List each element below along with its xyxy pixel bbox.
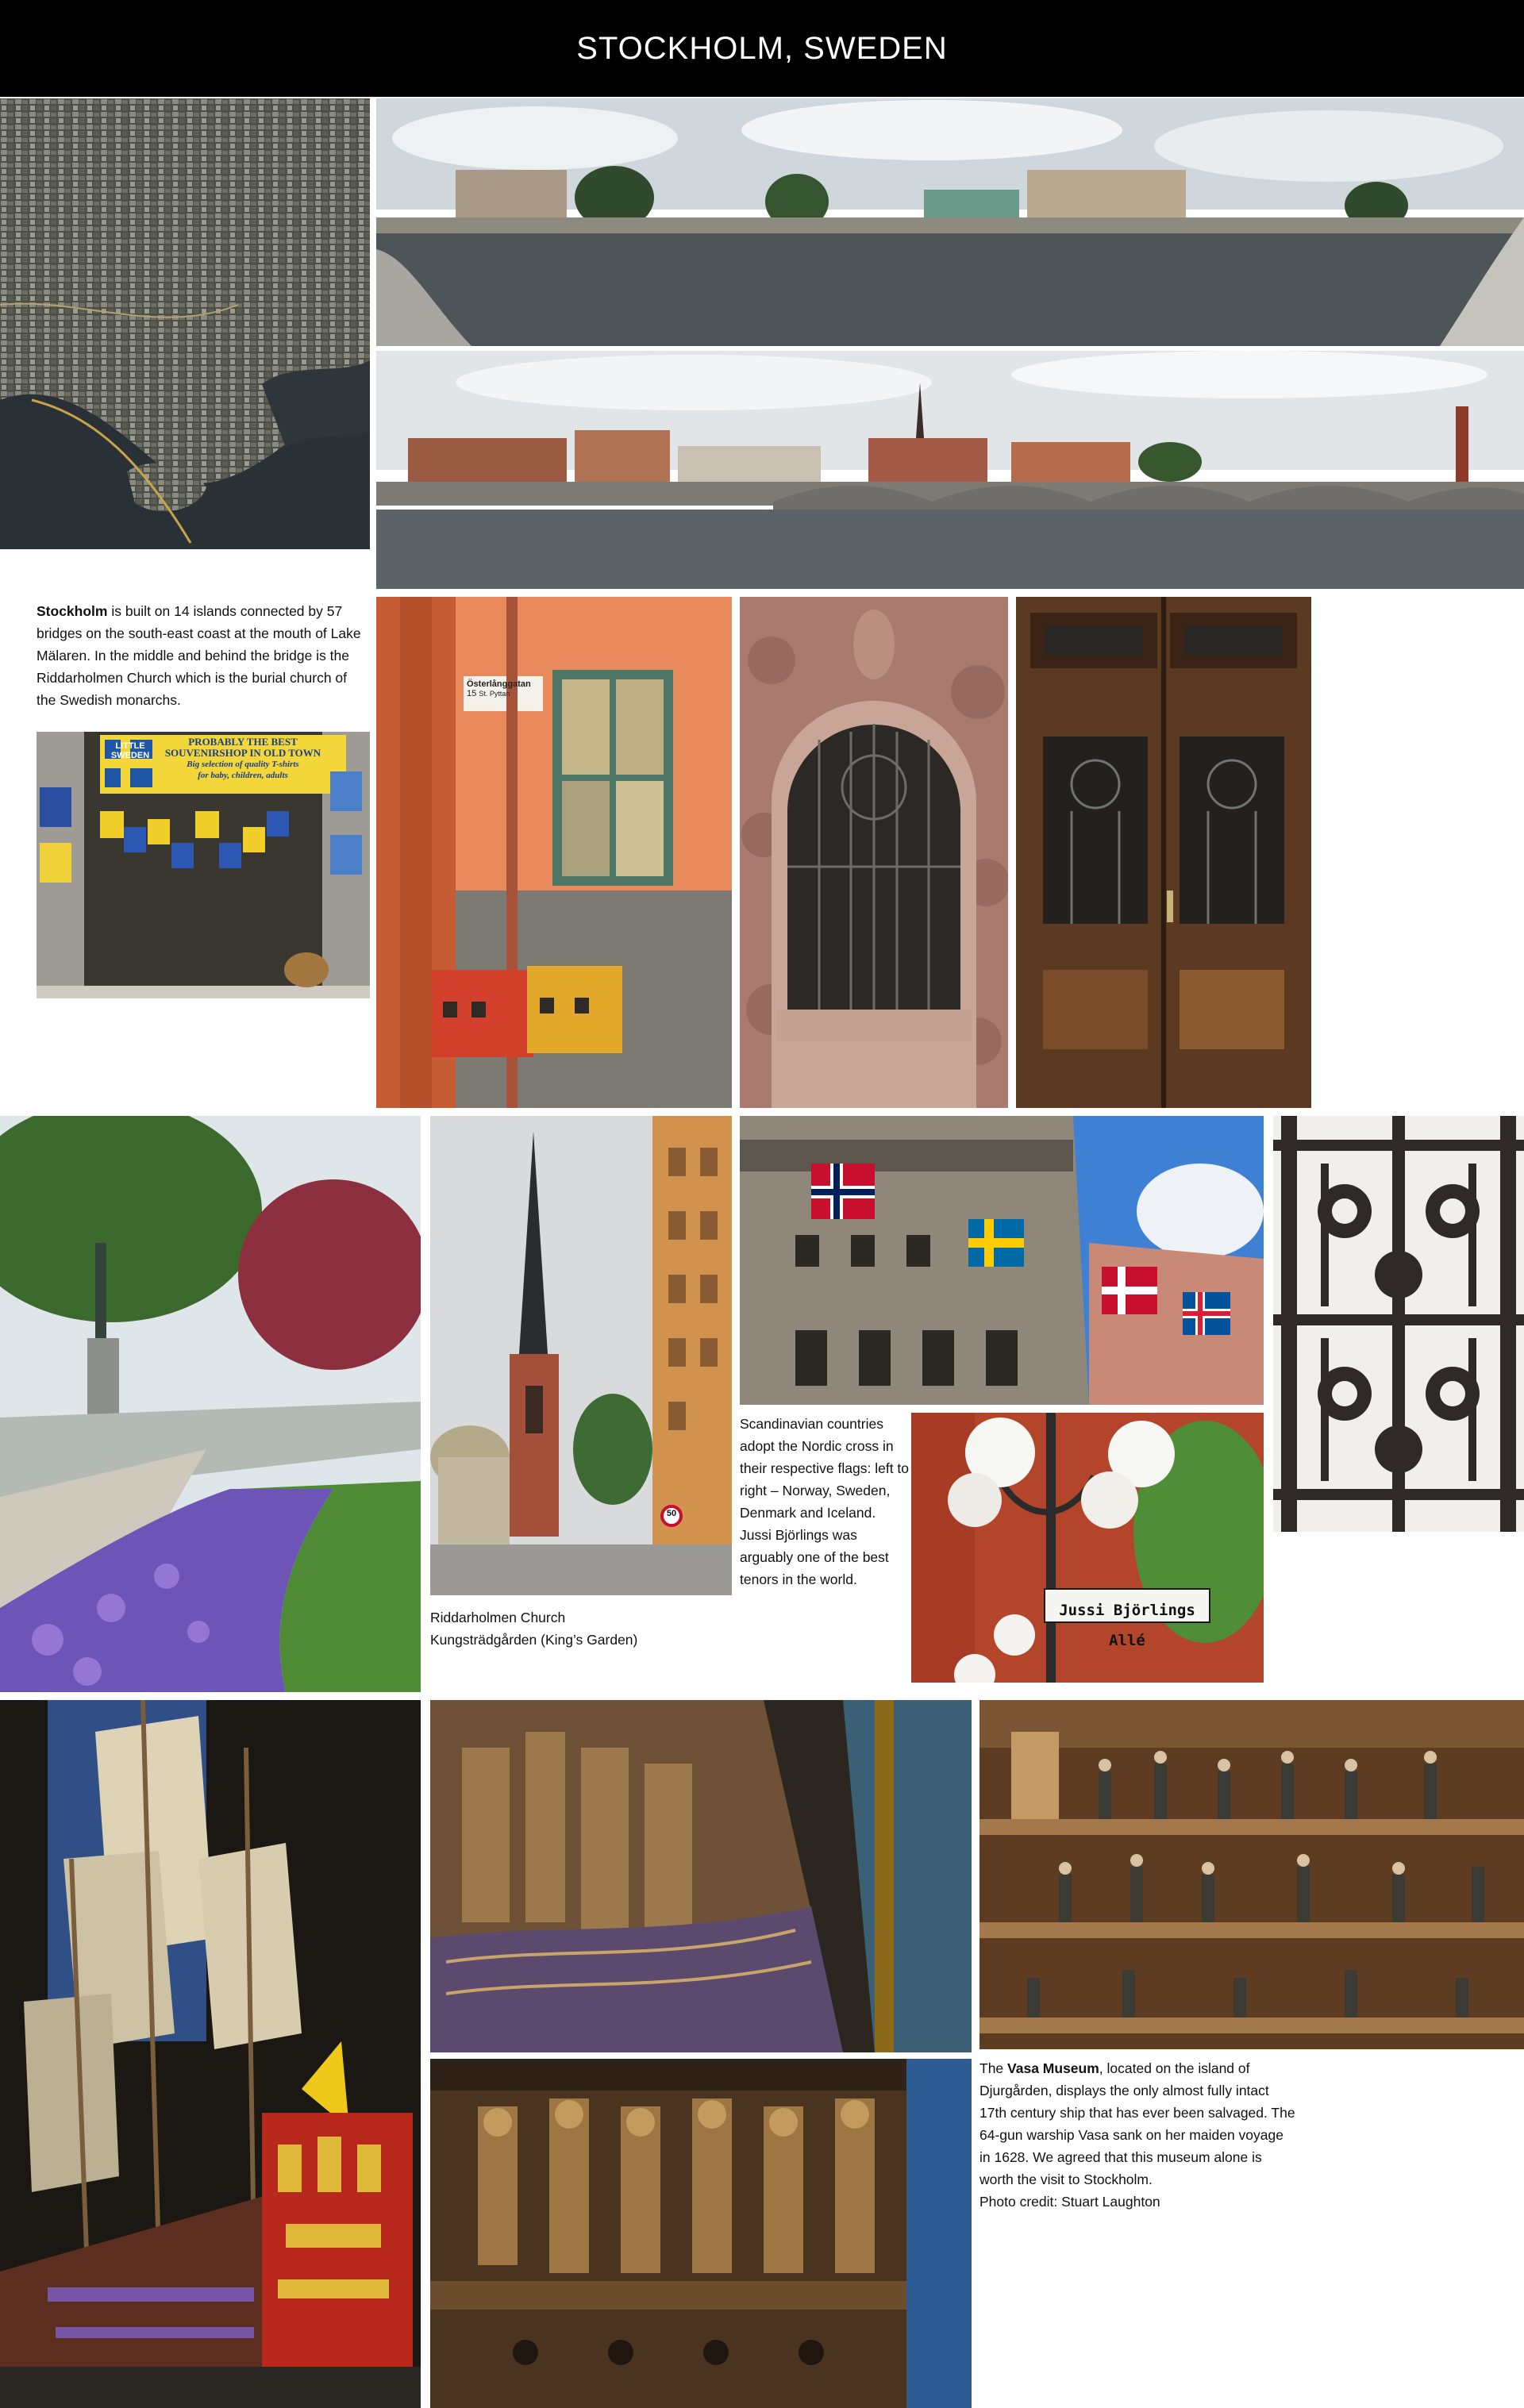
jussi-bjorlings-sign-photo <box>911 1413 1264 1683</box>
vasa-sculptures-photo <box>430 2059 972 2408</box>
vasa-ship-photo <box>0 1700 421 2408</box>
vasa-crew-model-photo <box>979 1700 1524 2049</box>
orange-building-photo <box>376 597 732 1108</box>
vasa-caption-pre: The <box>979 2060 1008 2076</box>
street-sign-name: Österlånggatan <box>467 679 531 689</box>
stone-window-photo <box>740 597 1008 1108</box>
photo-credit: Photo credit: Stuart Laughton <box>979 2194 1160 2210</box>
stockholm-caption-lead: Stockholm <box>37 603 108 619</box>
souvenir-sign-line1: PROBABLY THE BEST <box>188 736 298 748</box>
speed-limit-sign: 50 <box>666 1509 677 1518</box>
church-caption-line1: Riddarholmen Church <box>430 1610 566 1625</box>
ironwork-photo <box>1273 1116 1524 1532</box>
souvenir-sign-line2: SOUVENIRSHOP IN OLD TOWN <box>164 747 321 759</box>
souvenir-brand-text: LITTLE SWEDEN <box>110 741 150 760</box>
jussi-bjorlings-sign-text: Jussi Björlings Allé <box>1059 1602 1195 1649</box>
souvenir-sign-line3: Big selection of quality T-shirts <box>187 760 299 769</box>
page-header: STOCKHOLM, SWEDEN <box>0 0 1524 97</box>
nordic-flags-photo <box>740 1116 1264 1405</box>
panorama-parliament-photo <box>376 98 1524 346</box>
wooden-door-photo <box>1016 597 1311 1108</box>
vasa-caption-lead: Vasa Museum <box>1007 2060 1099 2076</box>
stockholm-caption: Stockholm is built on 14 islands connect… <box>37 600 370 711</box>
flags-caption: Scandinavian countries adopt the Nordic … <box>740 1416 910 1587</box>
church-caption-line2: Kungsträdgården (King’s Garden) <box>430 1632 638 1648</box>
street-sign: Österlånggatan 15 St. Pyttan <box>464 679 545 711</box>
souvenir-sign-text: PROBABLY THE BEST SOUVENIRSHOP IN OLD TO… <box>148 737 338 792</box>
vasa-caption-text: , located on the island of Djurgården, d… <box>979 2060 1295 2187</box>
kings-garden-photo <box>0 1116 421 1692</box>
street-sign-sub: St. Pyttan <box>479 690 510 698</box>
vasa-hull-photo <box>430 1700 972 2052</box>
riddarholmen-church-photo <box>430 1116 732 1595</box>
page-title: STOCKHOLM, SWEDEN <box>576 30 948 66</box>
panorama-bridge-photo <box>376 351 1524 589</box>
street-sign-number: 15 <box>467 689 477 698</box>
vasa-caption: The Vasa Museum, located on the island o… <box>979 2057 1297 2213</box>
church-caption: Riddarholmen Church Kungsträdgården (Kin… <box>430 1606 732 1651</box>
aerial-map-photo <box>0 98 370 549</box>
souvenir-sign-line4: for baby, children, adults <box>198 771 288 780</box>
